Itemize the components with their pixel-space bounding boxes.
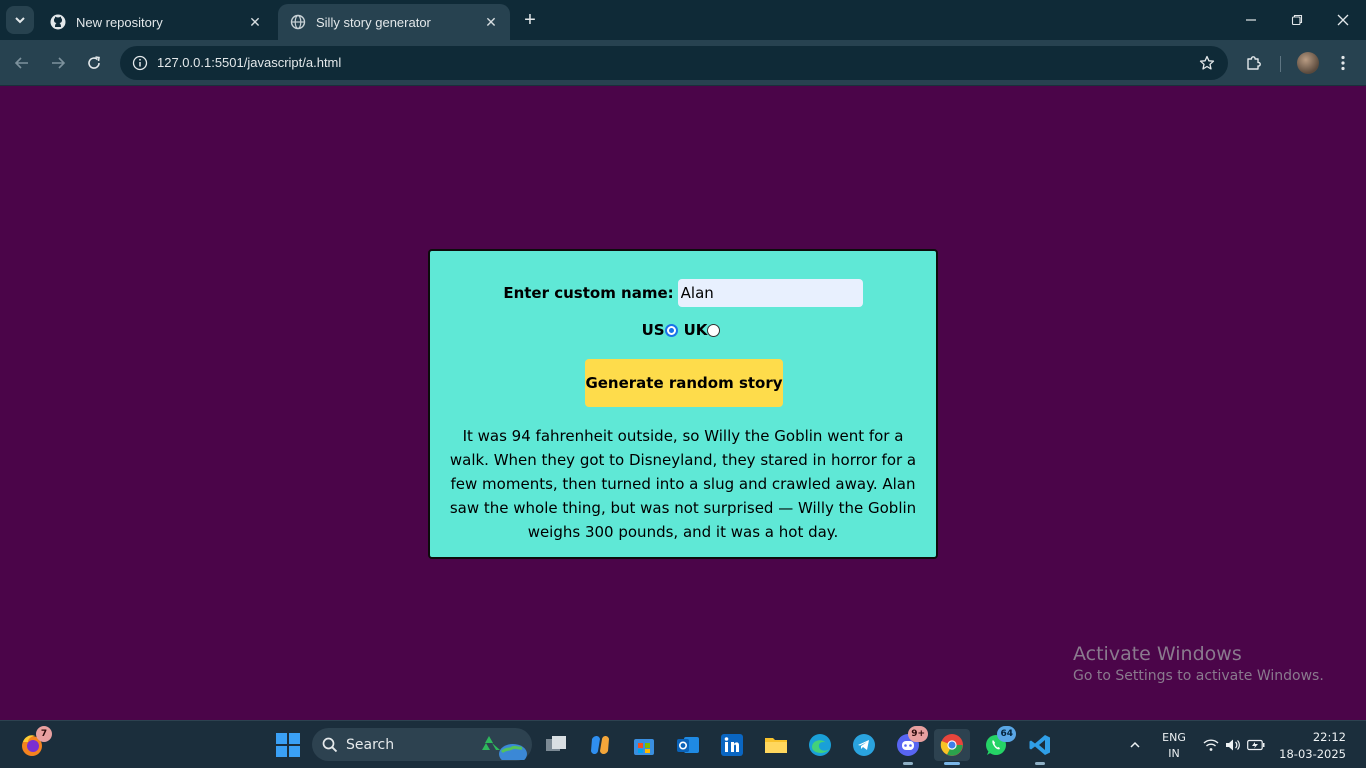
radio-us[interactable] — [664, 323, 678, 337]
forward-button[interactable] — [44, 49, 72, 77]
reload-button[interactable] — [80, 49, 108, 77]
region-text: IN — [1168, 747, 1180, 760]
clock-time: 22:12 — [1312, 730, 1346, 744]
outlook-icon[interactable] — [672, 729, 704, 761]
close-icon — [1337, 14, 1349, 26]
quick-settings-button[interactable] — [1199, 729, 1269, 761]
battery-icon — [1247, 739, 1265, 751]
address-bar[interactable]: 127.0.0.1:5501/javascript/a.html — [120, 46, 1228, 80]
copilot-icon[interactable] — [584, 729, 616, 761]
activate-windows-watermark: Activate Windows Go to Settings to activ… — [1073, 643, 1324, 684]
firefox-icon[interactable]: 7 — [16, 726, 52, 761]
menu-button[interactable] — [1329, 49, 1357, 77]
close-icon[interactable]: ✕ — [482, 13, 500, 31]
restore-button[interactable] — [1274, 0, 1320, 40]
discord-badge: 9+ — [908, 726, 928, 742]
minimize-icon — [1246, 19, 1256, 21]
toolbar-divider — [1280, 56, 1281, 72]
windows-logo-icon — [276, 733, 300, 757]
radio-uk[interactable] — [707, 323, 721, 337]
recycle-icon — [482, 736, 500, 750]
language-text: ENG — [1162, 731, 1186, 744]
globe-icon — [290, 14, 306, 30]
tab-title: New repository — [76, 14, 163, 30]
more-vertical-icon — [1341, 55, 1345, 71]
microsoft-store-icon[interactable] — [628, 729, 660, 761]
restore-icon — [1291, 14, 1303, 26]
running-indicator — [1035, 762, 1045, 765]
earth-icon — [499, 744, 527, 760]
tab-new-repository[interactable]: New repository ✕ — [38, 4, 274, 40]
close-icon[interactable]: ✕ — [246, 13, 264, 31]
wifi-icon — [1203, 739, 1219, 751]
discord-icon[interactable]: 9+ — [892, 726, 928, 761]
search-label: Search — [346, 736, 395, 753]
radio-uk-label: UK — [683, 321, 708, 339]
custom-name-label: Enter custom name: — [503, 284, 674, 302]
puzzle-icon — [1247, 56, 1261, 70]
file-explorer-icon[interactable] — [760, 729, 792, 761]
browser-toolbar: 127.0.0.1:5501/javascript/a.html — [0, 40, 1366, 86]
clock[interactable]: 22:12 18-03-2025 — [1276, 730, 1356, 761]
radio-us-label: US — [641, 321, 665, 339]
minimize-button[interactable] — [1228, 0, 1274, 40]
generate-story-button[interactable]: Generate random story — [585, 359, 783, 407]
start-button[interactable] — [272, 729, 304, 761]
arrow-left-icon — [14, 57, 28, 69]
tray-overflow-button[interactable] — [1120, 729, 1150, 761]
github-icon — [50, 14, 66, 30]
linkedin-icon[interactable] — [716, 729, 748, 761]
volume-icon — [1226, 739, 1240, 751]
chrome-icon[interactable] — [934, 729, 970, 761]
arrow-right-icon — [52, 57, 66, 69]
clock-date: 18-03-2025 — [1279, 747, 1346, 761]
custom-name-input[interactable] — [677, 279, 863, 307]
taskbar: 7 Search 9+ 64 ENG IN 22:12 18-03-2025 — [0, 720, 1366, 768]
vscode-icon[interactable] — [1024, 729, 1056, 761]
active-indicator — [944, 762, 960, 765]
edge-icon[interactable] — [804, 729, 836, 761]
telegram-icon[interactable] — [848, 729, 880, 761]
story-text: It was 94 fahrenheit outside, so Willy t… — [449, 427, 917, 541]
tab-title: Silly story generator — [316, 14, 431, 30]
close-window-button[interactable] — [1320, 0, 1366, 40]
firefox-badge: 7 — [36, 726, 52, 742]
unit-radio-group: US UK — [430, 321, 936, 339]
chevron-up-icon — [1130, 741, 1140, 748]
site-info-icon[interactable] — [128, 51, 152, 75]
bookmark-star-icon[interactable] — [1196, 52, 1218, 74]
extensions-button[interactable] — [1240, 49, 1268, 77]
whatsapp-badge: 64 — [997, 726, 1016, 742]
tab-silly-story-generator[interactable]: Silly story generator ✕ — [278, 4, 510, 40]
reload-icon — [88, 56, 100, 69]
url-text: 127.0.0.1:5501/javascript/a.html — [157, 55, 342, 70]
back-button[interactable] — [8, 49, 36, 77]
new-tab-button[interactable]: + — [518, 8, 542, 32]
watermark-subtitle: Go to Settings to activate Windows. — [1073, 668, 1324, 684]
taskbar-search[interactable]: Search — [312, 728, 532, 761]
running-indicator — [903, 762, 913, 765]
search-icon — [322, 737, 338, 752]
task-view-icon[interactable] — [540, 729, 572, 761]
custom-name-row: Enter custom name: — [430, 279, 936, 307]
chevron-down-icon — [15, 17, 25, 24]
story-card: Enter custom name: US UK Generate random… — [428, 249, 938, 559]
whatsapp-icon[interactable]: 64 — [980, 726, 1016, 761]
tab-strip: New repository ✕ Silly story generator ✕… — [0, 0, 1366, 40]
language-indicator[interactable]: ENG IN — [1158, 731, 1190, 760]
tab-search-button[interactable] — [6, 6, 34, 34]
profile-avatar[interactable] — [1297, 52, 1319, 74]
watermark-title: Activate Windows — [1073, 643, 1242, 665]
